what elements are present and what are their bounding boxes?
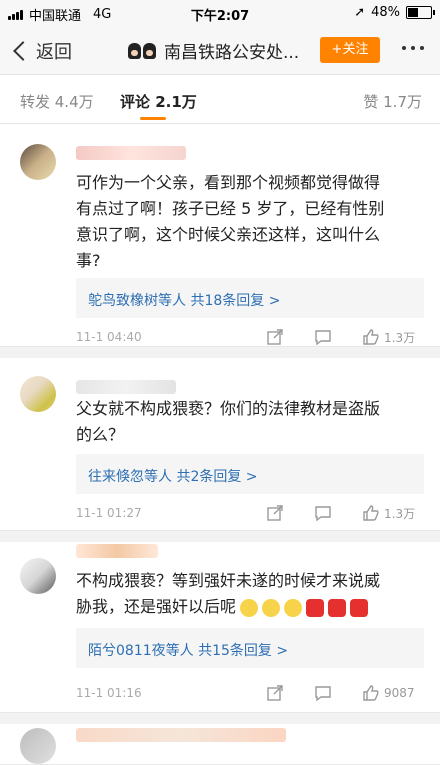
comment-item-partial [0, 724, 440, 765]
comment-footer: 11-1 01:16 9087 [76, 684, 424, 704]
username-blurred [76, 544, 158, 558]
like-icon[interactable] [362, 328, 380, 346]
comment-item: 不构成猥亵？等到强奸未遂的时候才来说威 胁我，还是强奸以后呢 陌兮0811夜等人… [0, 542, 440, 713]
nav-bar: 返回 南昌铁路公安处... +关注 [0, 26, 440, 75]
battery-percent: 48% [371, 5, 400, 20]
comment-text: 父女就不构成猥亵？你们的法律教材是盗版 的么？ [76, 399, 381, 444]
replies-label: 陌兮0811夜等人 共15条回复 > [88, 643, 289, 659]
replies-link[interactable]: 鸵鸟致橡树等人 共18条回复 > [76, 278, 424, 318]
avatar[interactable] [20, 558, 56, 594]
back-button[interactable]: 返回 [12, 38, 72, 64]
comment-time: 11-1 04:40 [76, 330, 142, 344]
like-count: 9087 [384, 686, 415, 700]
tab-comments[interactable]: 评论 2.1万 [120, 91, 197, 112]
avatar[interactable] [20, 728, 56, 764]
comment-time: 11-1 01:16 [76, 686, 142, 700]
username-blurred [76, 380, 176, 394]
comment-text: 不构成猥亵？等到强奸未遂的时候才来说威 胁我，还是强奸以后呢 [76, 568, 424, 620]
comment-icon[interactable] [314, 504, 332, 522]
location-icon: ➚ [354, 5, 366, 20]
tab-indicator [140, 117, 166, 120]
smile-emoji-icon [240, 598, 259, 617]
replies-link[interactable]: 陌兮0811夜等人 共15条回复 > [76, 628, 424, 668]
share-icon[interactable] [266, 328, 284, 346]
comment-footer: 11-1 04:40 1.3万 [76, 328, 424, 348]
page-title-text: 南昌铁路公安处... [164, 43, 300, 63]
gift-emoji-icon [350, 598, 369, 617]
username-blurred [76, 728, 286, 742]
comment-time: 11-1 01:27 [76, 506, 142, 520]
battery-icon [406, 6, 435, 19]
like-icon[interactable] [362, 504, 380, 522]
smile-emoji-icon [262, 598, 281, 617]
tab-bar: 转发 4.4万 评论 2.1万 赞 1.7万 [0, 75, 440, 124]
follow-button[interactable]: +关注 [320, 37, 380, 63]
comment-icon[interactable] [314, 328, 332, 346]
tab-reposts[interactable]: 转发 4.4万 [20, 91, 94, 112]
police-icon [128, 42, 156, 59]
like-count: 1.3万 [384, 330, 416, 345]
replies-link[interactable]: 往来倏忽等人 共2条回复 > [76, 454, 424, 494]
replies-label: 往来倏忽等人 共2条回复 > [88, 469, 258, 485]
share-icon[interactable] [266, 504, 284, 522]
comment-text: 可作为一个父亲，看到那个视频都觉得做得 有点过了啊！孩子已经 5 岁了，已经有性… [76, 173, 385, 270]
chevron-left-icon [13, 41, 33, 61]
comment-icon[interactable] [314, 684, 332, 702]
avatar[interactable] [20, 144, 56, 180]
comment-footer: 11-1 01:27 1.3万 [76, 504, 424, 524]
comment-item: 可作为一个父亲，看到那个视频都觉得做得 有点过了啊！孩子已经 5 岁了，已经有性… [0, 124, 440, 347]
gift-emoji-icon [306, 598, 325, 617]
more-icon[interactable] [402, 46, 424, 50]
status-right: ➚ 48% [354, 5, 435, 20]
battery-fill [408, 8, 418, 17]
status-bar: 中国联通 4G 下午2:07 ➚ 48% [0, 0, 440, 26]
username-blurred [76, 146, 186, 160]
like-count: 1.3万 [384, 506, 416, 521]
comment-list: 可作为一个父亲，看到那个视频都觉得做得 有点过了啊！孩子已经 5 岁了，已经有性… [0, 124, 440, 765]
gift-emoji-icon [328, 598, 347, 617]
smile-emoji-icon [284, 598, 303, 617]
page-title: 南昌铁路公安处... [128, 38, 299, 63]
like-icon[interactable] [362, 684, 380, 702]
replies-label: 鸵鸟致橡树等人 共18条回复 > [88, 293, 281, 309]
share-icon[interactable] [266, 684, 284, 702]
avatar[interactable] [20, 376, 56, 412]
comment-item: 父女就不构成猥亵？你们的法律教材是盗版 的么？ 往来倏忽等人 共2条回复 > 1… [0, 358, 440, 531]
tab-likes[interactable]: 赞 1.7万 [363, 91, 422, 112]
back-label: 返回 [36, 42, 72, 63]
